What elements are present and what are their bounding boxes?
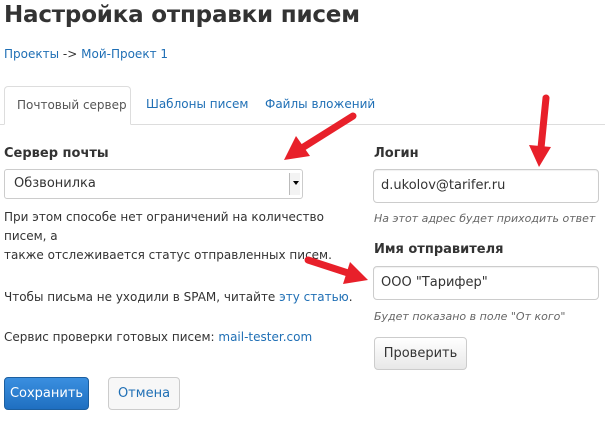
arrow-to-login-input-icon — [529, 94, 551, 167]
arrow-to-sender-input-icon — [304, 256, 368, 284]
arrow-to-server-select-icon — [284, 112, 357, 160]
annotation-arrows — [284, 94, 551, 284]
